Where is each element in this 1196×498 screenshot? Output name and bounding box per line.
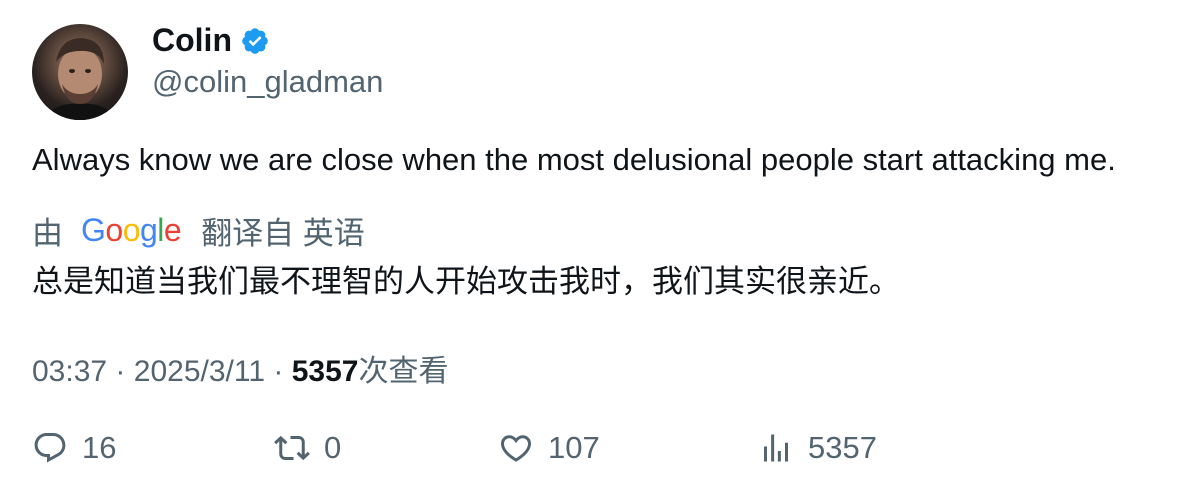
meta-separator: · <box>115 355 126 388</box>
reply-button[interactable]: 16 <box>32 430 116 466</box>
retweet-button[interactable]: 0 <box>274 430 341 466</box>
translated-text: 总是知道当我们最不理智的人开始攻击我时，我们其实很亲近。 <box>32 264 900 299</box>
like-icon <box>500 435 532 462</box>
avatar-image <box>46 38 114 120</box>
views-count: 5357 <box>291 355 359 388</box>
translation-attribution: 由 Google 翻译自 英语 <box>32 208 365 253</box>
avatar[interactable] <box>32 24 128 120</box>
author-name-row: Colin <box>152 22 270 59</box>
verified-badge-icon[interactable] <box>240 26 270 56</box>
reply-count: 16 <box>82 430 117 465</box>
meta-separator: · <box>273 355 284 388</box>
like-count: 107 <box>548 430 600 465</box>
action-bar: 16 0 107 5357 <box>32 430 1162 474</box>
author-handle[interactable]: @colin_gladman <box>152 64 383 100</box>
like-button[interactable]: 107 <box>498 430 600 466</box>
reply-icon <box>34 433 66 463</box>
tweet-meta: 03:37 · 2025/3/11 · 5357次查看 <box>32 346 448 390</box>
display-name[interactable]: Colin <box>152 22 232 59</box>
tweet-text: Always know we are close when the most d… <box>32 142 1116 177</box>
translated-by-label: 由 <box>32 216 63 251</box>
views-icon <box>764 434 788 462</box>
tweet-time[interactable]: 03:37 <box>32 355 107 388</box>
views-action-count: 5357 <box>808 430 877 465</box>
google-logo: Google <box>81 212 182 248</box>
retweet-count: 0 <box>324 430 342 465</box>
retweet-icon <box>274 435 310 461</box>
views-button[interactable]: 5357 <box>758 430 877 466</box>
tweet-date[interactable]: 2025/3/11 <box>134 355 265 388</box>
views-suffix: 次查看 <box>358 355 449 388</box>
translated-from-label: 翻译自 英语 <box>201 216 365 251</box>
